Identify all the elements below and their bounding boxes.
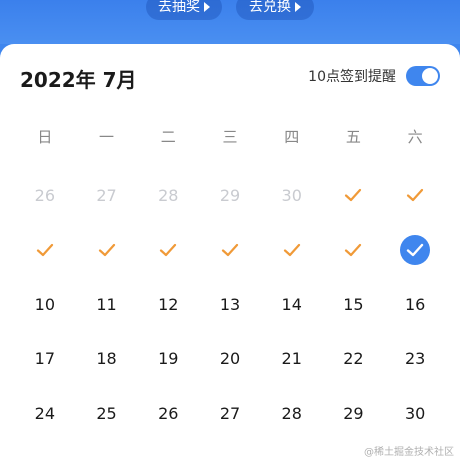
signed-day-cell[interactable] [323,223,385,278]
prev-month-day-cell[interactable]: 29 [199,168,261,223]
day-cell[interactable]: 25 [76,386,138,441]
day-cell[interactable]: 14 [261,277,323,332]
reminder-toggle[interactable] [406,66,440,86]
signed-day-cell[interactable] [14,223,76,278]
exchange-button[interactable]: 去兑换 [236,0,314,20]
top-banner: 去抽奖 去兑换 [0,0,460,44]
weekday-label: 六 [407,128,423,146]
play-arrow-icon [295,2,301,12]
weekday-label: 四 [284,128,300,146]
weekday-label: 三 [222,128,238,146]
day-cell[interactable]: 13 [199,277,261,332]
day-cell[interactable]: 18 [76,332,138,387]
day-cell[interactable]: 28 [261,386,323,441]
day-cell[interactable]: 16 [384,277,446,332]
watermark: @稀土掘金技术社区 [364,447,454,458]
checkmark-icon [345,243,362,256]
day-cell[interactable]: 17 [14,332,76,387]
prev-month-day-cell[interactable]: 27 [76,168,138,223]
day-cell[interactable]: 29 [323,386,385,441]
checkmark-icon [283,243,300,256]
today-check-icon [400,234,431,265]
checkmark-icon [407,189,424,202]
lottery-button-label: 去抽奖 [158,0,200,15]
month-title: 2022年 7月 [20,68,137,92]
toggle-knob [422,68,438,84]
day-cell[interactable]: 19 [137,332,199,387]
checkmark-icon [160,243,177,256]
day-cell[interactable]: 10 [14,277,76,332]
weekday-label: 日 [37,128,53,146]
checkmark-icon [345,189,362,202]
weekday-header: 日一二三四五六 [14,122,446,152]
play-arrow-icon [204,2,210,12]
day-cell[interactable]: 15 [323,277,385,332]
day-cell[interactable]: 24 [14,386,76,441]
day-cell[interactable]: 11 [76,277,138,332]
signed-day-cell[interactable] [261,223,323,278]
day-cell[interactable]: 20 [199,332,261,387]
day-cell[interactable]: 27 [199,386,261,441]
checkmark-icon [221,243,239,256]
day-cell[interactable]: 12 [137,277,199,332]
signed-day-cell[interactable] [76,223,138,278]
weekday-label: 一 [99,128,115,146]
prev-month-day-cell[interactable]: 30 [261,168,323,223]
day-cell[interactable]: 22 [323,332,385,387]
day-cell[interactable]: 23 [384,332,446,387]
day-cell[interactable]: 21 [261,332,323,387]
weekday-label: 二 [160,128,176,146]
calendar-grid: 26 27 28 29 30 10 11 12 13 14 15 16 17 18 19 20 21 22 23 24… [14,168,446,441]
prev-month-day-cell[interactable]: 28 [137,168,199,223]
checkmark-icon [98,243,115,256]
signed-day-cell[interactable] [199,223,261,278]
day-cell[interactable]: 30 [384,386,446,441]
signed-day-cell[interactable] [323,168,385,223]
exchange-button-label: 去兑换 [249,0,291,15]
day-cell[interactable]: 26 [137,386,199,441]
calendar-card: 2022年 7月 10点签到提醒 日一二三四五六 26 27 28 29 30 10 11 1… [0,44,460,460]
reminder-setting: 10点签到提醒 [308,66,440,86]
today-signed-cell[interactable] [384,223,446,278]
lottery-button[interactable]: 去抽奖 [146,0,222,20]
reminder-label: 10点签到提醒 [308,69,396,85]
signed-day-cell[interactable] [384,168,446,223]
weekday-label: 五 [345,128,361,146]
prev-month-day-cell[interactable]: 26 [14,168,76,223]
signed-day-cell[interactable] [137,223,199,278]
checkmark-icon [36,243,53,256]
